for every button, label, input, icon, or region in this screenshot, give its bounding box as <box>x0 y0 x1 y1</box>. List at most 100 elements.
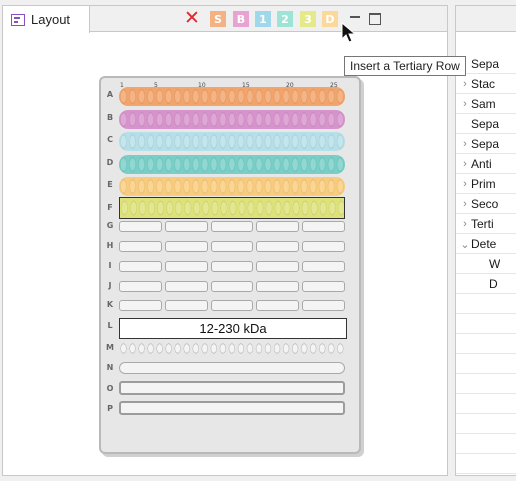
insert-detection-row-label: D <box>325 12 335 26</box>
empty-cell[interactable] <box>256 261 300 272</box>
chevron-right-icon[interactable]: › <box>459 98 471 110</box>
empty-cell[interactable] <box>256 241 300 252</box>
empty-cell[interactable] <box>210 221 254 232</box>
mouse-cursor-icon <box>341 22 357 43</box>
lane-row-a[interactable] <box>119 87 345 106</box>
chevron-right-icon[interactable]: › <box>459 198 471 210</box>
empty-cell[interactable] <box>256 300 300 311</box>
tree-empty-row <box>456 435 516 454</box>
lane-row-c[interactable] <box>119 132 345 151</box>
empty-cell[interactable] <box>210 281 254 292</box>
insert-secondary-row-label: 2 <box>281 12 289 26</box>
tree-empty-row <box>456 455 516 474</box>
tooltip: Insert a Tertiary Row <box>344 56 466 76</box>
layout-tabbar: Layout ✕ S B 1 2 3 D <box>3 6 447 33</box>
row-letter: F <box>107 203 113 212</box>
row-letter: I <box>108 261 112 270</box>
empty-cell[interactable] <box>119 281 162 292</box>
chevron-down-icon[interactable]: ⌄ <box>459 238 471 251</box>
delete-button[interactable]: ✕ <box>184 9 200 28</box>
empty-cell[interactable] <box>302 300 345 311</box>
tree-item[interactable]: D <box>456 275 516 294</box>
insert-sample-row-label: S <box>214 12 222 26</box>
tree-empty-row <box>456 315 516 334</box>
tree-item-label: Anti <box>471 157 492 171</box>
empty-row-i[interactable] <box>119 261 345 272</box>
empty-cell[interactable] <box>164 241 208 252</box>
tree-view-tabbar <box>456 6 516 32</box>
lane-row-b[interactable] <box>119 110 345 129</box>
bar-row-p[interactable] <box>119 401 345 415</box>
tree-item[interactable]: Sepa <box>456 115 516 134</box>
tree-item-label: Prim <box>471 177 496 191</box>
empty-cell[interactable] <box>119 261 162 272</box>
plain-row-n[interactable] <box>119 362 345 374</box>
empty-row-k[interactable] <box>119 300 345 311</box>
tree-item-label: Stac <box>471 77 496 91</box>
empty-cell[interactable] <box>119 241 162 252</box>
empty-cell[interactable] <box>210 300 254 311</box>
tree-item[interactable]: ⌄ Dete <box>456 235 516 254</box>
row-letter: M <box>106 343 114 352</box>
lane-row-f-selected[interactable] <box>119 197 345 219</box>
empty-cell[interactable] <box>302 261 345 272</box>
tree-item[interactable]: › Sepa <box>456 135 516 154</box>
insert-sample-row-button[interactable]: S <box>210 11 226 27</box>
chevron-right-icon[interactable]: › <box>459 138 471 150</box>
lane-row-d[interactable] <box>119 155 345 174</box>
tab-layout[interactable]: Layout <box>3 6 90 33</box>
empty-row-h[interactable] <box>119 241 345 252</box>
empty-cell[interactable] <box>302 281 345 292</box>
insert-secondary-row-button[interactable]: 2 <box>277 11 293 27</box>
marker-label-row[interactable]: 12-230 kDa <box>119 318 347 339</box>
empty-cell[interactable] <box>164 221 208 232</box>
tree-item[interactable]: › Prim <box>456 175 516 194</box>
tree-item-label: Sam <box>471 97 496 111</box>
bar-row-o[interactable] <box>119 381 345 395</box>
tree-empty-row <box>456 375 516 394</box>
empty-cell[interactable] <box>119 300 162 311</box>
insert-tertiary-row-button[interactable]: 3 <box>300 11 316 27</box>
chevron-right-icon[interactable]: › <box>459 158 471 170</box>
empty-cell[interactable] <box>210 241 254 252</box>
empty-cell[interactable] <box>256 281 300 292</box>
well-row-m[interactable] <box>119 342 345 355</box>
row-letter: G <box>106 221 114 230</box>
chevron-right-icon[interactable]: › <box>459 178 471 190</box>
empty-row-j[interactable] <box>119 281 345 292</box>
tree-item-label: Terti <box>471 217 494 231</box>
row-letter: A <box>106 90 114 99</box>
row-letter: J <box>108 281 112 290</box>
empty-cell[interactable] <box>119 221 162 232</box>
tree-item[interactable]: W <box>456 255 516 274</box>
tree-item[interactable]: › Anti <box>456 155 516 174</box>
tree-item[interactable]: › Seco <box>456 195 516 214</box>
empty-cell[interactable] <box>210 261 254 272</box>
tree-empty-row <box>456 295 516 314</box>
empty-cell[interactable] <box>164 261 208 272</box>
insert-tertiary-row-label: 3 <box>304 12 312 26</box>
tree-item[interactable]: › Sam <box>456 95 516 114</box>
tree-item-label: Sepa <box>471 57 500 71</box>
row-letter: E <box>107 180 113 189</box>
tree-item[interactable]: › Stac <box>456 75 516 94</box>
row-letter: K <box>106 300 114 309</box>
insert-detection-row-button[interactable]: D <box>322 11 338 27</box>
chevron-right-icon[interactable]: › <box>459 78 471 90</box>
empty-cell[interactable] <box>164 281 208 292</box>
insert-primary-row-button[interactable]: 1 <box>255 11 271 27</box>
tree-empty-row <box>456 415 516 434</box>
empty-row-g[interactable] <box>119 221 345 232</box>
lane-row-e[interactable] <box>119 177 345 196</box>
maximize-button[interactable] <box>367 11 383 27</box>
chevron-right-icon[interactable]: › <box>459 218 471 230</box>
empty-cell[interactable] <box>164 300 208 311</box>
empty-cell[interactable] <box>256 221 300 232</box>
empty-cell[interactable] <box>302 221 345 232</box>
empty-cell[interactable] <box>302 241 345 252</box>
insert-blocking-row-button[interactable]: B <box>233 11 249 27</box>
insert-blocking-row-label: B <box>236 12 246 26</box>
gel-plate: 1 5 10 15 20 25 A B C D E F G H I J K L … <box>99 76 361 454</box>
tree-item-label: Dete <box>471 237 497 251</box>
tree-item[interactable]: › Terti <box>456 215 516 234</box>
